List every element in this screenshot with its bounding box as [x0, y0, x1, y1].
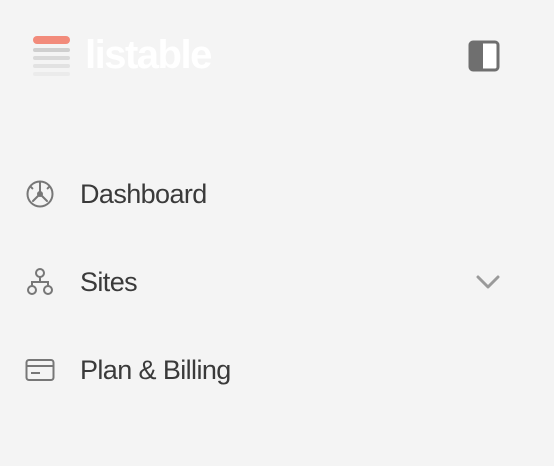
brand-name: listable: [85, 33, 212, 77]
nav-label-sites: Sites: [80, 266, 138, 297]
nav-menu: Dashboard Sites Plan & Billing: [0, 150, 554, 414]
chevron-down-icon[interactable]: [474, 272, 502, 292]
brand[interactable]: listable: [33, 30, 212, 80]
listable-logo-icon: [33, 36, 70, 76]
sitemap-icon: [24, 266, 56, 298]
sidebar: listable Dashboard Sites Plan & Billing: [0, 0, 554, 466]
sidebar-toggle-icon: [468, 40, 500, 72]
credit-card-icon: [24, 354, 56, 386]
nav-item-sites[interactable]: Sites: [0, 238, 554, 326]
nav-label-plan-billing: Plan & Billing: [80, 354, 231, 385]
nav-item-dashboard[interactable]: Dashboard: [0, 150, 554, 238]
nav-item-plan-billing[interactable]: Plan & Billing: [0, 326, 554, 414]
dashboard-gauge-icon: [24, 178, 56, 210]
nav-label-dashboard: Dashboard: [80, 178, 207, 209]
sidebar-toggle-button[interactable]: [467, 39, 501, 73]
